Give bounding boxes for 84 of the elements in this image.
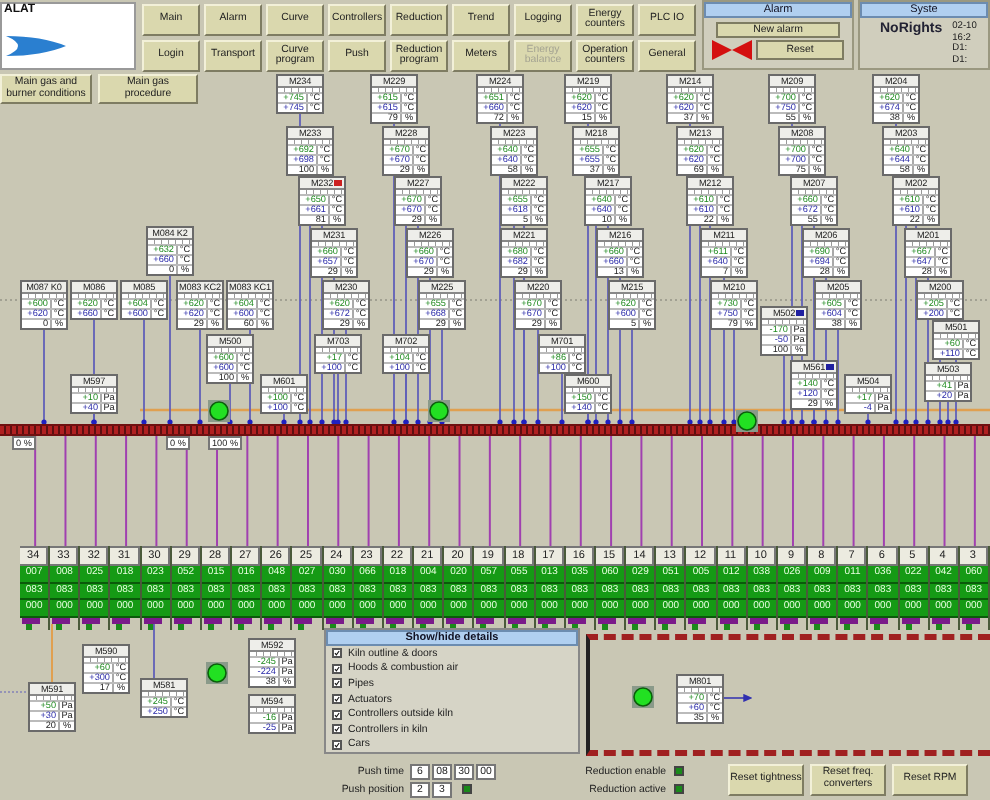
lamp-icon (208, 400, 230, 422)
joint-dot-icon (535, 419, 541, 425)
check-icon (334, 741, 340, 748)
pipe-line (337, 435, 340, 546)
pipe-line (488, 435, 491, 546)
joint-dot-icon (41, 419, 47, 425)
pipe-line (731, 435, 734, 546)
joint-dot-icon (391, 419, 397, 425)
pipe-line (155, 435, 158, 546)
pipe-line (822, 435, 825, 546)
lamp-icon (206, 662, 228, 684)
pipe-line (246, 435, 249, 546)
joint-dot-icon (903, 419, 909, 425)
joint-dot-icon (721, 419, 727, 425)
joint-dot-icon (141, 419, 147, 425)
pipe-line (943, 435, 946, 546)
pipe-line (64, 435, 67, 546)
pipe-line (852, 435, 855, 546)
pipe-line (367, 435, 370, 546)
joint-dot-icon (247, 419, 253, 425)
joint-dot-icon (415, 419, 421, 425)
joint-dot-icon (799, 419, 805, 425)
pipe-line (125, 435, 128, 546)
arrow-icon (724, 694, 752, 702)
pipe-line (153, 624, 155, 683)
checkbox[interactable] (332, 678, 342, 689)
pipe-line (51, 624, 53, 683)
joint-dot-icon (629, 419, 635, 425)
checkbox[interactable] (332, 709, 342, 720)
pipe-line (701, 435, 704, 546)
check-icon (334, 650, 340, 657)
joint-dot-icon (707, 419, 713, 425)
checkbox[interactable] (332, 648, 342, 659)
joint-dot-icon (511, 419, 517, 425)
joint-dot-icon (559, 419, 565, 425)
pipe-line (306, 435, 309, 546)
check-icon (334, 726, 340, 733)
checkbox[interactable] (332, 739, 342, 750)
joint-dot-icon (281, 419, 287, 425)
lamp-icon (632, 686, 654, 708)
pipe-line (579, 435, 582, 546)
pipe-line (519, 435, 522, 546)
joint-dot-icon (823, 419, 829, 425)
pipe-line (397, 435, 400, 546)
pipe-line (761, 435, 764, 546)
joint-dot-icon (835, 419, 841, 425)
joint-dot-icon (297, 419, 303, 425)
pipe-line (882, 435, 885, 546)
pipe-line (610, 435, 613, 546)
pipe-line (913, 435, 916, 546)
pipe-line (670, 435, 673, 546)
joint-dot-icon (697, 419, 703, 425)
joint-dot-icon (307, 419, 313, 425)
pipe-line (428, 435, 431, 546)
joint-dot-icon (319, 419, 325, 425)
joint-dot-icon (497, 419, 503, 425)
pipe-line (276, 435, 279, 546)
joint-dot-icon (687, 419, 693, 425)
pipe-line (458, 435, 461, 546)
joint-dot-icon (197, 419, 203, 425)
pipe-line (640, 435, 643, 546)
checkbox[interactable] (332, 724, 342, 735)
pipe-line (0, 691, 29, 693)
checkbox[interactable] (332, 663, 342, 674)
joint-dot-icon (731, 419, 737, 425)
joint-dot-icon (865, 419, 871, 425)
joint-dot-icon (617, 419, 623, 425)
joint-dot-icon (167, 419, 173, 425)
pipe-line (94, 435, 97, 546)
joint-dot-icon (893, 419, 899, 425)
pipe-line (791, 435, 794, 546)
check-icon (334, 711, 340, 718)
checkbox[interactable] (332, 694, 342, 705)
check-icon (334, 680, 340, 687)
joint-dot-icon (605, 419, 611, 425)
lamp-icon (736, 410, 758, 432)
check-icon (334, 696, 340, 703)
pipe-line (43, 328, 45, 425)
pipe-line (973, 435, 976, 546)
joint-dot-icon (913, 419, 919, 425)
lamp-icon (428, 400, 450, 422)
check-icon (334, 665, 340, 672)
joint-dot-icon (925, 419, 931, 425)
pipe-line (549, 435, 552, 546)
